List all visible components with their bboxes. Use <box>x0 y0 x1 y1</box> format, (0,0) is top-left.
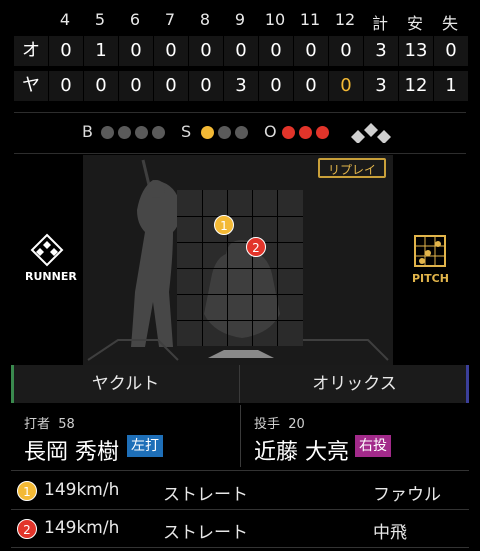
pitch-button[interactable]: PITCH <box>410 235 450 285</box>
pitch-label: PITCH <box>412 272 449 285</box>
pitch-type: ストレート <box>163 523 248 543</box>
batter-label: 打者 58 <box>24 413 75 432</box>
pitch-row-2[interactable]: 2 149km/h ストレート 中飛 <box>0 511 480 547</box>
pitch-speed: 149km/h <box>44 480 120 500</box>
inning-score: 0 <box>119 71 153 101</box>
ball-indicator-dot <box>118 126 131 139</box>
pitch-marker-1[interactable]: 1 <box>214 215 234 235</box>
hits-header: 安 <box>406 14 423 33</box>
team-abbr: オ <box>14 36 48 66</box>
inning-score: 0 <box>329 36 363 66</box>
pitch-result: ファウル <box>373 485 441 505</box>
inning-label: 12 <box>334 10 356 29</box>
divider <box>11 547 469 548</box>
total-errors: 1 <box>434 71 468 101</box>
divider <box>14 153 466 154</box>
team-abbr: ヤ <box>14 71 48 101</box>
strike-zone <box>177 190 303 346</box>
pitch-type: ストレート <box>163 485 248 505</box>
total-hits: 13 <box>399 36 433 66</box>
batter-name: 長岡 秀樹 <box>24 440 119 465</box>
pitcher-number: 20 <box>288 417 305 432</box>
inning-score: 0 <box>84 71 118 101</box>
pitcher-name: 近藤 大亮 <box>254 440 349 465</box>
divider <box>240 405 241 467</box>
tab-home-team[interactable]: オリックス <box>240 365 469 403</box>
pitcher-hand-badge: 右投 <box>355 435 391 457</box>
inning-label: 6 <box>129 10 141 29</box>
inning-score: 0 <box>294 71 328 101</box>
pitcher-label: 投手 20 <box>254 413 305 432</box>
strike-indicator-dot <box>201 126 214 139</box>
pitch-field: 1 2 <box>83 155 393 365</box>
batter-hand-badge: 左打 <box>127 435 163 457</box>
out-indicator-dot <box>282 126 295 139</box>
inning-score: 0 <box>189 71 223 101</box>
pitch-speed: 149km/h <box>44 518 120 538</box>
divider <box>11 470 469 471</box>
pitch-marker-2[interactable]: 2 <box>246 237 266 257</box>
inning-label: 10 <box>264 10 286 29</box>
runner-button[interactable]: RUNNER <box>22 233 77 283</box>
inning-score: 0 <box>154 36 188 66</box>
team-color-bar <box>466 365 469 403</box>
pitch-grid-icon <box>414 235 446 267</box>
pitch-row-1[interactable]: 1 149km/h ストレート ファウル <box>0 473 480 509</box>
zone-grid <box>177 190 303 346</box>
inning-score: 0 <box>49 71 83 101</box>
divider <box>14 112 466 113</box>
runner-label: RUNNER <box>25 270 77 283</box>
scoreboard-header: 4 5 6 7 8 9 10 11 12 計 安 失 <box>14 0 466 38</box>
ball-indicator-dot <box>152 126 165 139</box>
runner-diamond-icon <box>30 233 64 267</box>
strike-label: S <box>181 122 192 141</box>
bases-icon <box>351 123 391 143</box>
tab-away-team[interactable]: ヤクルト <box>11 365 240 403</box>
batter-label-text: 打者 <box>24 417 51 432</box>
total-runs: 3 <box>364 36 398 66</box>
scoreboard-row-home: ヤ 0 0 0 0 0 3 0 0 0 3 12 1 <box>14 71 468 107</box>
team-tabs: ヤクルト オリックス <box>11 365 469 403</box>
divider <box>11 509 469 510</box>
total-errors: 0 <box>434 36 468 66</box>
ball-indicator-dot <box>101 126 114 139</box>
ball-label: B <box>82 122 93 141</box>
inning-label: 11 <box>299 10 321 29</box>
ball-indicator-dot <box>135 126 148 139</box>
pitch-number-badge: 2 <box>17 519 37 539</box>
errors-header: 失 <box>441 14 458 33</box>
inning-score: 0 <box>119 36 153 66</box>
inning-label: 9 <box>234 10 246 29</box>
inning-score: 0 <box>259 71 293 101</box>
scoreboard-row-away: オ 0 1 0 0 0 0 0 0 0 3 13 0 <box>14 36 468 72</box>
inning-score: 0 <box>294 36 328 66</box>
total-runs: 3 <box>364 71 398 101</box>
inning-score: 3 <box>224 71 258 101</box>
inning-label: 7 <box>164 10 176 29</box>
total-hits: 12 <box>399 71 433 101</box>
strike-indicator-dot <box>218 126 231 139</box>
pitcher-label-text: 投手 <box>254 417 281 432</box>
total-runs-header: 計 <box>371 14 388 33</box>
inning-label: 4 <box>59 10 71 29</box>
inning-score: 0 <box>224 36 258 66</box>
inning-score-current: 0 <box>329 71 363 101</box>
inning-score: 1 <box>84 36 118 66</box>
inning-score: 0 <box>259 36 293 66</box>
strike-indicator-dot <box>235 126 248 139</box>
inning-label: 8 <box>199 10 211 29</box>
out-indicator-dot <box>299 126 312 139</box>
pitch-result: 中飛 <box>373 523 407 543</box>
inning-label: 5 <box>94 10 106 29</box>
inning-score: 0 <box>189 36 223 66</box>
out-indicator-dot <box>316 126 329 139</box>
pitch-number-badge: 1 <box>17 481 37 501</box>
inning-score: 0 <box>49 36 83 66</box>
batter-number: 58 <box>58 417 75 432</box>
replay-button[interactable]: リプレイ <box>318 158 386 178</box>
out-label: O <box>264 122 277 141</box>
scoreboard: 4 5 6 7 8 9 10 11 12 計 安 失 オ 0 1 0 0 0 0… <box>14 0 468 101</box>
inning-score: 0 <box>154 71 188 101</box>
